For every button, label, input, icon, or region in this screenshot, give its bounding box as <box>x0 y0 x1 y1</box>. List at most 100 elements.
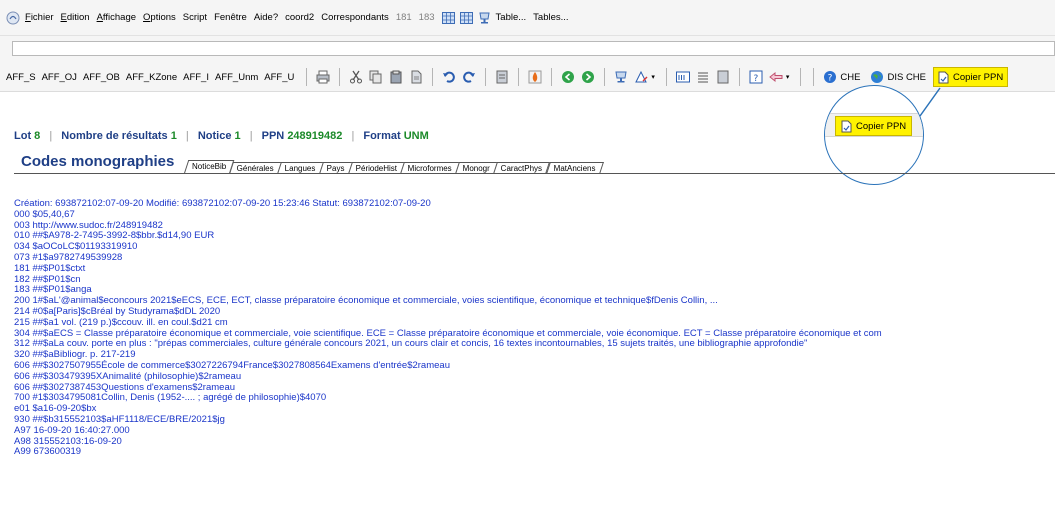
paste-icon[interactable] <box>389 70 403 84</box>
aff-s-button[interactable]: AFF_S <box>6 72 36 83</box>
menu-options[interactable]: Options <box>143 12 176 23</box>
cut-icon[interactable] <box>349 70 363 84</box>
menu-tables[interactable]: Tables... <box>533 12 568 23</box>
record-line: 606 ##$303479395XAnimalité (philosophie)… <box>14 370 242 382</box>
svg-text:?: ? <box>753 74 758 84</box>
record-line: A98 315552103:16-09-20 <box>14 435 122 447</box>
menu-edition[interactable]: Edition <box>61 12 90 23</box>
info-separator: | <box>185 130 189 142</box>
lot-label: Lot <box>14 130 32 142</box>
record-line: 000 $05,40,67 <box>14 208 75 220</box>
cup-tool-icon[interactable] <box>614 70 628 84</box>
document-check-icon <box>938 71 949 83</box>
back-arrow-icon[interactable] <box>561 70 575 84</box>
menu-fenetre[interactable]: Fenêtre <box>214 12 247 23</box>
zoom-callout: Copier PPN <box>824 85 924 185</box>
results-label: Nombre de résultats <box>61 130 168 142</box>
che-button[interactable]: CHE <box>840 72 860 83</box>
field-01-icon[interactable] <box>675 70 690 84</box>
record-line: 181 ##$P01$ctxt <box>14 262 86 274</box>
lot-value: 8 <box>34 130 41 142</box>
toolbar-separator <box>604 68 606 86</box>
grid-blue-2-icon[interactable] <box>459 11 473 24</box>
toolbar-separator <box>485 68 487 86</box>
cup-icon[interactable] <box>478 12 491 24</box>
aff-i-button[interactable]: AFF_I <box>183 72 209 83</box>
record-line: 034 $aOCoLC$01193319910 <box>14 241 138 253</box>
triangle-dropdown-icon[interactable] <box>634 70 648 84</box>
section-title: Codes monographies <box>21 153 175 170</box>
aff-unm-button[interactable]: AFF_Unm <box>215 72 258 83</box>
grid-blue-icon[interactable] <box>441 11 455 24</box>
info-separator: | <box>351 130 355 142</box>
copy-icon[interactable] <box>369 70 383 84</box>
record-line: A99 673600319 <box>14 446 82 458</box>
notice-value: 1 <box>234 130 241 142</box>
globe-icon[interactable] <box>870 70 884 84</box>
pointer-arrow-icon[interactable] <box>769 70 783 84</box>
ppn-label: PPN <box>261 130 285 142</box>
help-circle-icon[interactable]: ? <box>823 70 837 84</box>
info-separator: | <box>49 130 53 142</box>
document-check-icon <box>841 120 852 132</box>
toolbar-separator <box>738 68 740 86</box>
block-icon[interactable] <box>716 70 730 84</box>
help-box-icon[interactable]: ? <box>749 70 763 84</box>
zoom-copier-ppn-button[interactable]: Copier PPN <box>835 116 913 136</box>
record-line: 010 ##$A978-2-7495-3992-8$bbr.$d14,90 EU… <box>14 230 215 242</box>
menu-coord2[interactable]: coord2 <box>285 12 314 23</box>
tab-label: NoticeBib <box>192 162 227 171</box>
menu-aide[interactable]: Aide? <box>254 12 278 23</box>
undo-icon[interactable] <box>442 70 456 84</box>
record-line: 930 ##$b315552103$aHF1118/ECE/BRE/2021$j… <box>14 413 225 425</box>
menu-script[interactable]: Script <box>183 12 207 23</box>
record-line: 312 ##$aLa couv. porte en plus : "prépas… <box>14 338 808 350</box>
aff-u-button[interactable]: AFF_U <box>264 72 294 83</box>
print-icon[interactable] <box>316 70 330 84</box>
format-value: UNM <box>403 130 429 142</box>
fire-icon[interactable] <box>528 70 542 84</box>
forward-arrow-icon[interactable] <box>581 70 595 84</box>
ppn-value: 248919482 <box>287 130 343 142</box>
toolbar-separator <box>813 68 815 86</box>
record-line: 700 #1$3034795081Collin, Denis (1952-...… <box>14 392 327 404</box>
copier-ppn-label: Copier PPN <box>953 71 1004 83</box>
dropdown-caret-2-icon[interactable]: ▾ <box>786 73 790 81</box>
toolbar-separator <box>518 68 520 86</box>
redo-icon[interactable] <box>462 70 476 84</box>
copier-ppn-button[interactable]: Copier PPN <box>933 67 1009 87</box>
dis-che-button[interactable]: DIS CHE <box>887 72 926 83</box>
toolbar: AFF_S AFF_OJ AFF_OB AFF_KZone AFF_I AFF_… <box>0 62 1055 92</box>
toolbar-separator <box>339 68 341 86</box>
list-icon[interactable] <box>696 70 710 84</box>
record-line: 182 ##$P01$cn <box>14 273 81 285</box>
format-label: Format <box>363 130 401 142</box>
menu-count-183[interactable]: 183 <box>419 12 435 23</box>
menu-bar: Fichier Edition Affichage Options Script… <box>0 0 1055 36</box>
tabs-baseline <box>14 173 1055 174</box>
menu-table[interactable]: Table... <box>496 12 527 23</box>
menu-affichage[interactable]: Affichage <box>97 12 136 23</box>
toolbar-separator <box>551 68 553 86</box>
record-line: 073 #1$a9782749539928 <box>14 251 123 263</box>
marc-record[interactable]: Création: 693872102:07-09-20 Modifié: 69… <box>14 199 1055 458</box>
command-input[interactable] <box>12 41 1055 56</box>
tab-strip: NoticeBib Générales Langues Pays Période… <box>183 160 604 174</box>
aff-oj-button[interactable]: AFF_OJ <box>42 72 77 83</box>
toolbar-separator <box>306 68 308 86</box>
document-icon[interactable] <box>409 70 423 84</box>
aff-kzone-button[interactable]: AFF_KZone <box>126 72 177 83</box>
record-line: Création: 693872102:07-09-20 Modifié: 69… <box>14 199 431 209</box>
menu-correspondants[interactable]: Correspondants <box>321 12 389 23</box>
record-line: 215 ##$a1 vol. (219 p.)$ccouv. ill. en c… <box>14 316 228 328</box>
menu-count-181[interactable]: 181 <box>396 12 412 23</box>
dropdown-caret-icon[interactable]: ▾ <box>651 73 655 81</box>
sheet-icon[interactable] <box>495 70 509 84</box>
menu-fichier[interactable]: Fichier <box>25 12 54 23</box>
command-row <box>0 36 1055 62</box>
toolbar-separator <box>800 68 802 86</box>
zoom-copier-ppn-label: Copier PPN <box>856 120 907 132</box>
notice-label: Notice <box>197 130 232 142</box>
aff-ob-button[interactable]: AFF_OB <box>83 72 120 83</box>
tab-noticebib[interactable]: NoticeBib <box>183 160 235 174</box>
